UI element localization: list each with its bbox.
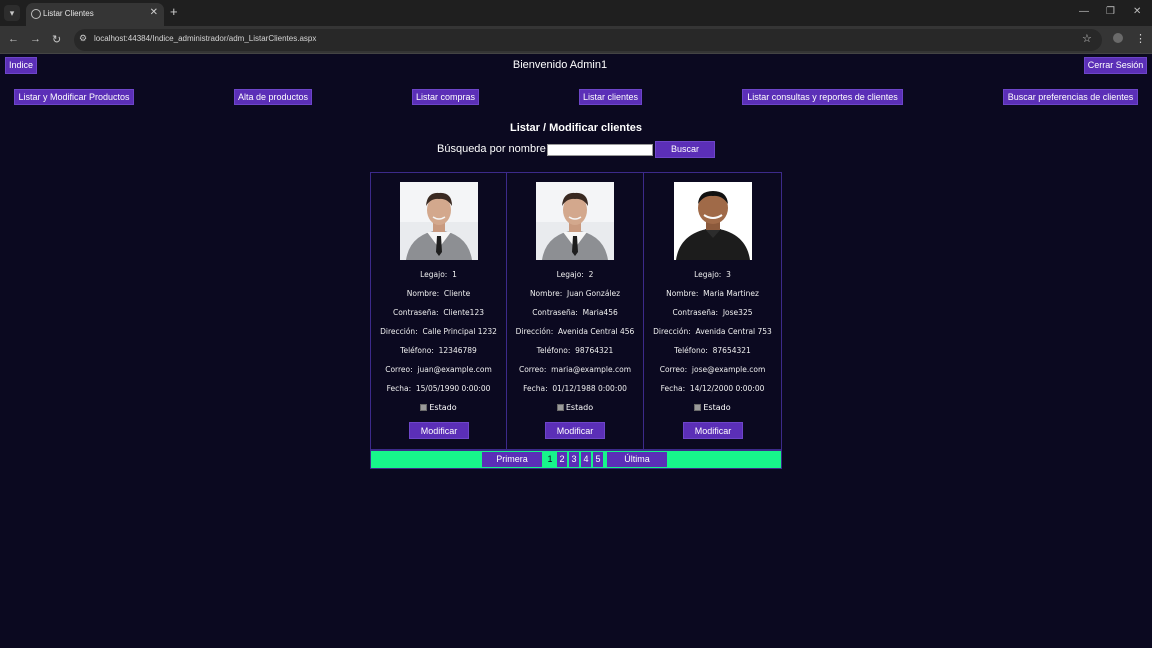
estado-label: Estado bbox=[429, 403, 457, 412]
site-info-icon[interactable]: ⚙ bbox=[79, 33, 87, 44]
client-card: Legajo: 3 Nombre: Maria Martinez Contras… bbox=[644, 173, 781, 449]
client-card: Legajo: 1 Nombre: Cliente Contraseña: Cl… bbox=[371, 173, 507, 449]
search-button[interactable]: Buscar bbox=[655, 141, 715, 158]
client-photo bbox=[536, 182, 614, 260]
close-window-icon[interactable]: ✕ bbox=[1133, 6, 1141, 17]
reload-icon[interactable]: ↻ bbox=[52, 33, 61, 46]
tab-title: Listar Clientes bbox=[43, 9, 94, 18]
client-direccion: Dirección: Avenida Central 753 bbox=[653, 327, 772, 336]
client-correo: Correo: juan@example.com bbox=[385, 365, 492, 374]
client-contrasena: Contraseña: Cliente123 bbox=[392, 308, 484, 317]
menu-list-clients[interactable]: Listar clientes bbox=[579, 89, 642, 105]
page-title: Listar / Modificar clientes bbox=[509, 122, 643, 134]
client-contrasena: Contraseña: Jose325 bbox=[672, 308, 753, 317]
globe-icon bbox=[31, 9, 41, 19]
url-text: localhost:44384/Indice_administrador/adm… bbox=[94, 34, 317, 43]
address-bar: ← → ↻ ⚙ localhost:44384/Indice_administr… bbox=[0, 26, 1152, 54]
client-nombre: Nombre: Cliente bbox=[406, 289, 471, 298]
client-photo bbox=[674, 182, 752, 260]
welcome-text: Bienvenido Admin1 bbox=[512, 59, 608, 71]
estado-row: Estado bbox=[644, 403, 781, 412]
pager-page-button[interactable]: 5 bbox=[593, 452, 603, 467]
forward-icon[interactable]: → bbox=[30, 33, 41, 45]
browser-tab[interactable]: Listar Clientes ✕ bbox=[26, 3, 164, 26]
client-direccion: Dirección: Calle Principal 1232 bbox=[380, 327, 497, 336]
pager-first-button[interactable]: Primera bbox=[482, 452, 542, 467]
extension-icon[interactable] bbox=[1113, 33, 1123, 43]
pager-page-current: 1 bbox=[545, 452, 555, 467]
modify-button[interactable]: Modificar bbox=[545, 422, 605, 439]
index-button[interactable]: Indice bbox=[5, 57, 37, 74]
url-field[interactable]: ⚙ localhost:44384/Indice_administrador/a… bbox=[74, 29, 1102, 51]
estado-row: Estado bbox=[371, 403, 506, 412]
pager-page-button[interactable]: 2 bbox=[557, 452, 567, 467]
estado-checkbox[interactable] bbox=[420, 404, 428, 411]
estado-checkbox[interactable] bbox=[694, 404, 702, 411]
search-label: Búsqueda por nombre bbox=[437, 143, 546, 155]
search-input[interactable] bbox=[547, 144, 653, 156]
new-tab-icon[interactable]: + bbox=[170, 5, 178, 19]
client-nombre: Nombre: Maria Martinez bbox=[666, 289, 759, 298]
client-legajo: Legajo: 2 bbox=[556, 270, 594, 279]
browser-tab-strip: ▾ Listar Clientes ✕ + — ❐ ✕ bbox=[0, 0, 1152, 26]
close-tab-icon[interactable]: ✕ bbox=[150, 7, 158, 18]
client-fecha: Fecha: 01/12/1988 0:00:00 bbox=[523, 384, 627, 393]
estado-row: Estado bbox=[507, 403, 643, 412]
menu-add-product[interactable]: Alta de productos bbox=[234, 89, 312, 105]
client-fecha: Fecha: 15/05/1990 0:00:00 bbox=[386, 384, 491, 393]
modify-button[interactable]: Modificar bbox=[409, 422, 469, 439]
client-correo: Correo: jose@example.com bbox=[659, 365, 766, 374]
browser-menu-icon[interactable]: ⋮ bbox=[1135, 32, 1146, 45]
estado-label: Estado bbox=[703, 403, 731, 412]
client-telefono: Teléfono: 87654321 bbox=[674, 346, 751, 355]
minimize-icon[interactable]: — bbox=[1079, 6, 1089, 17]
client-legajo: Legajo: 3 bbox=[694, 270, 731, 279]
client-telefono: Teléfono: 12346789 bbox=[400, 346, 477, 355]
client-fecha: Fecha: 14/12/2000 0:00:00 bbox=[660, 384, 765, 393]
pager-page-button[interactable]: 3 bbox=[569, 452, 579, 467]
client-direccion: Dirección: Avenida Central 456 bbox=[515, 327, 635, 336]
client-photo bbox=[400, 182, 478, 260]
pager-last-button[interactable]: Última bbox=[607, 452, 667, 467]
client-contrasena: Contraseña: Maria456 bbox=[532, 308, 618, 317]
restore-icon[interactable]: ❐ bbox=[1106, 6, 1115, 17]
logout-button[interactable]: Cerrar Sesión bbox=[1084, 57, 1147, 74]
menu-list-purchases[interactable]: Listar compras bbox=[412, 89, 479, 105]
tab-search-icon[interactable]: ▾ bbox=[4, 5, 20, 21]
client-telefono: Teléfono: 98764321 bbox=[536, 346, 614, 355]
pager-page-button[interactable]: 4 bbox=[581, 452, 591, 467]
client-nombre: Nombre: Juan González bbox=[529, 289, 621, 298]
menu-list-reports[interactable]: Listar consultas y reportes de clientes bbox=[742, 89, 903, 105]
menu-client-preferences[interactable]: Buscar preferencias de clientes bbox=[1003, 89, 1138, 105]
client-correo: Correo: maria@example.com bbox=[518, 365, 632, 374]
modify-button[interactable]: Modificar bbox=[683, 422, 743, 439]
menu-list-products[interactable]: Listar y Modificar Productos bbox=[14, 89, 134, 105]
estado-checkbox[interactable] bbox=[556, 404, 564, 411]
clients-grid: Legajo: 1 Nombre: Cliente Contraseña: Cl… bbox=[370, 172, 782, 450]
client-card: Legajo: 2 Nombre: Juan González Contrase… bbox=[507, 173, 644, 449]
estado-label: Estado bbox=[565, 403, 594, 412]
bookmark-star-icon[interactable]: ☆ bbox=[1082, 32, 1092, 45]
client-legajo: Legajo: 1 bbox=[420, 270, 457, 279]
pagination-bar: Primera 1 2 3 4 5 Última bbox=[370, 450, 782, 469]
back-icon[interactable]: ← bbox=[8, 33, 19, 45]
